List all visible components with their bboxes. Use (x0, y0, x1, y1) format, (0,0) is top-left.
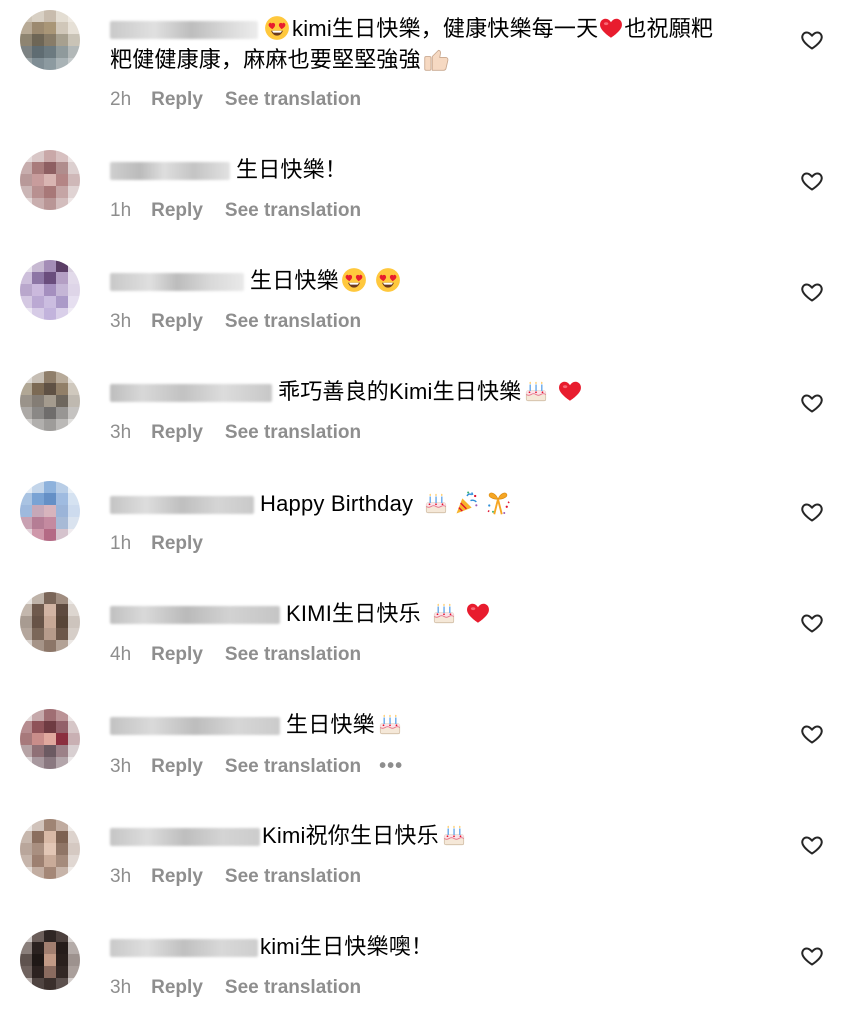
comment-time: 3h (110, 756, 132, 777)
birthday-cake-emoji (377, 711, 403, 737)
more-options-button[interactable]: ••• (379, 754, 403, 778)
birthday-cake-emoji (431, 600, 457, 626)
see-translation-button[interactable]: See translation (225, 89, 361, 110)
comment-meta: 2h Reply See translation (110, 88, 361, 112)
comment-time: 3h (110, 866, 132, 887)
avatar[interactable] (20, 260, 80, 320)
like-heart-icon[interactable] (800, 944, 824, 968)
see-translation-button[interactable]: See translation (225, 422, 361, 443)
thumbs-up-emoji (421, 44, 451, 74)
like-heart-icon[interactable] (800, 611, 824, 635)
avatar[interactable] (20, 709, 80, 769)
birthday-cake-emoji (441, 822, 467, 848)
see-translation-button[interactable]: See translation (225, 977, 361, 998)
username[interactable] (110, 162, 230, 181)
reply-button[interactable]: Reply (151, 866, 203, 887)
comment-meta: 4h Reply See translation (110, 643, 361, 667)
reply-button[interactable]: Reply (151, 422, 203, 443)
birthday-cake-emoji (523, 378, 549, 404)
avatar[interactable] (20, 592, 80, 652)
username[interactable] (110, 606, 280, 625)
comment-text: 乖巧善良的Kimi生日快樂 (110, 377, 790, 407)
like-heart-icon[interactable] (800, 391, 824, 415)
like-heart-icon[interactable] (800, 28, 824, 52)
comment-text: Kimi祝你生日快乐 (110, 821, 790, 851)
like-heart-icon[interactable] (800, 500, 824, 524)
see-translation-button[interactable]: See translation (225, 311, 361, 332)
party-popper-emoji (453, 489, 481, 517)
avatar[interactable] (20, 819, 80, 879)
username[interactable] (110, 384, 272, 403)
reply-button[interactable]: Reply (151, 533, 203, 554)
comment-meta: 3h Reply See translation (110, 865, 361, 889)
comment-time: 3h (110, 977, 132, 998)
avatar[interactable] (20, 481, 80, 541)
avatar[interactable] (20, 930, 80, 990)
comment-text: 生日快樂 (110, 710, 790, 740)
username[interactable] (110, 717, 280, 736)
avatar[interactable] (20, 10, 80, 70)
heart-eyes-emoji (341, 267, 367, 293)
see-translation-button[interactable]: See translation (225, 866, 361, 887)
comment-meta: 3h Reply See translation (110, 421, 361, 445)
comment-text: kimi生日快樂，健康快樂每一天 也祝願粑 (110, 14, 790, 44)
wrapped-gift-emoji (483, 488, 513, 518)
comment-text: KIMI生日快乐 (110, 599, 790, 629)
comment-meta: 3h Reply See translation (110, 976, 361, 1000)
avatar[interactable] (20, 150, 80, 210)
username[interactable] (110, 939, 258, 958)
avatar[interactable] (20, 371, 80, 431)
username[interactable] (110, 828, 260, 847)
heart-eyes-emoji (264, 15, 290, 41)
like-heart-icon[interactable] (800, 833, 824, 857)
reply-button[interactable]: Reply (151, 311, 203, 332)
comment-meta: 3h Reply See translation (110, 310, 361, 334)
comment-text: kimi生日快樂噢！ (110, 932, 790, 962)
username[interactable] (110, 273, 244, 292)
see-translation-button[interactable]: See translation (225, 644, 361, 665)
comment-time: 3h (110, 311, 132, 332)
red-heart-emoji (598, 15, 624, 41)
comment-text-line2: 粑健健康康，麻麻也要堅堅強強 (110, 44, 790, 75)
comment-text: 生日快樂！ (110, 155, 790, 185)
comment-time: 4h (110, 644, 132, 665)
reply-button[interactable]: Reply (151, 644, 203, 665)
red-heart-emoji (465, 600, 491, 626)
like-heart-icon[interactable] (800, 169, 824, 193)
reply-button[interactable]: Reply (151, 200, 203, 221)
like-heart-icon[interactable] (800, 280, 824, 304)
comment-meta: 3h Reply See translation ••• (110, 754, 403, 779)
reply-button[interactable]: Reply (151, 977, 203, 998)
comment-time: 2h (110, 89, 132, 110)
birthday-cake-emoji (423, 490, 449, 516)
comment-time: 1h (110, 533, 132, 554)
comment-time: 1h (110, 200, 132, 221)
red-heart-emoji (557, 378, 583, 404)
username[interactable] (110, 21, 258, 40)
comment-meta: 1h Reply See translation (110, 199, 361, 223)
see-translation-button[interactable]: See translation (225, 200, 361, 221)
comment-meta: 1h Reply (110, 532, 225, 556)
reply-button[interactable]: Reply (151, 756, 203, 777)
username[interactable] (110, 496, 254, 515)
comment-text: Happy Birthday (110, 488, 790, 519)
reply-button[interactable]: Reply (151, 89, 203, 110)
comment-text: 生日快樂 (110, 266, 790, 296)
heart-eyes-emoji (375, 267, 401, 293)
see-translation-button[interactable]: See translation (225, 756, 361, 777)
like-heart-icon[interactable] (800, 722, 824, 746)
comment-time: 3h (110, 422, 132, 443)
